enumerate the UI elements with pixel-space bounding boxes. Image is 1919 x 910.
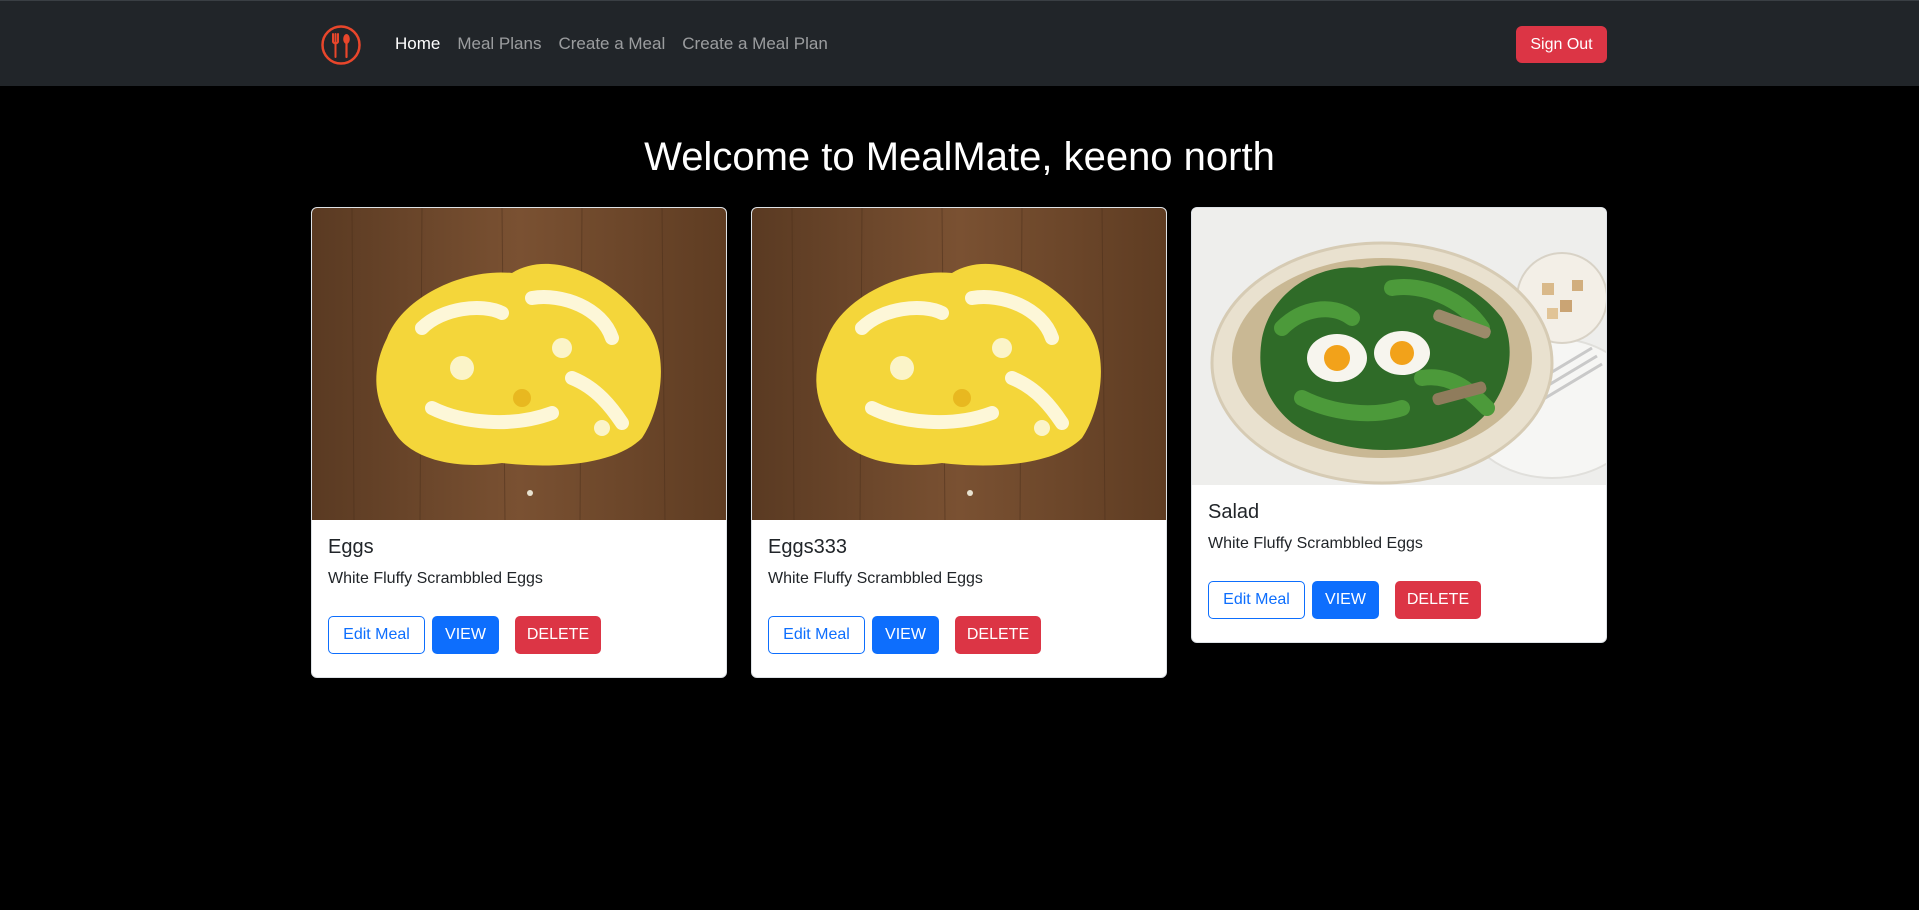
- nav-link-create-meal[interactable]: Create a Meal: [558, 32, 665, 56]
- view-meal-button[interactable]: VIEW: [872, 616, 939, 654]
- meal-card: Salad White Fluffy Scrambbled Eggs Edit …: [1191, 207, 1607, 643]
- delete-meal-button[interactable]: DELETE: [1395, 581, 1481, 619]
- edit-meal-button[interactable]: Edit Meal: [1208, 581, 1305, 619]
- meal-title: Salad: [1208, 501, 1260, 523]
- delete-meal-button[interactable]: DELETE: [515, 616, 601, 654]
- top-navbar: Home Meal Plans Create a Meal Create a M…: [0, 0, 1919, 86]
- nav-link-home[interactable]: Home: [395, 32, 440, 56]
- view-meal-button[interactable]: VIEW: [1312, 581, 1379, 619]
- nav-links: Home Meal Plans Create a Meal Create a M…: [395, 32, 845, 56]
- meal-description: White Fluffy Scrambbled Eggs: [328, 570, 543, 587]
- meal-card: Eggs333 White Fluffy Scrambbled Eggs Edi…: [751, 207, 1167, 678]
- view-meal-button[interactable]: VIEW: [432, 616, 499, 654]
- meal-title: Eggs: [328, 536, 374, 558]
- delete-meal-button[interactable]: DELETE: [955, 616, 1041, 654]
- meal-image: [312, 208, 726, 520]
- meal-title: Eggs333: [768, 536, 847, 558]
- meal-description: White Fluffy Scrambbled Eggs: [768, 570, 983, 587]
- sign-out-button[interactable]: Sign Out: [1516, 26, 1607, 63]
- nav-link-meal-plans[interactable]: Meal Plans: [457, 32, 541, 56]
- fork-spoon-logo-icon[interactable]: [320, 24, 362, 66]
- meal-description: White Fluffy Scrambbled Eggs: [1208, 535, 1423, 552]
- page-title: Welcome to MealMate, keeno north: [644, 135, 1275, 179]
- meal-card: Eggs White Fluffy Scrambbled Eggs Edit M…: [311, 207, 727, 678]
- meal-image: [752, 208, 1166, 520]
- meal-image: [1192, 208, 1606, 485]
- edit-meal-button[interactable]: Edit Meal: [328, 616, 425, 654]
- nav-link-create-meal-plan[interactable]: Create a Meal Plan: [682, 32, 828, 56]
- edit-meal-button[interactable]: Edit Meal: [768, 616, 865, 654]
